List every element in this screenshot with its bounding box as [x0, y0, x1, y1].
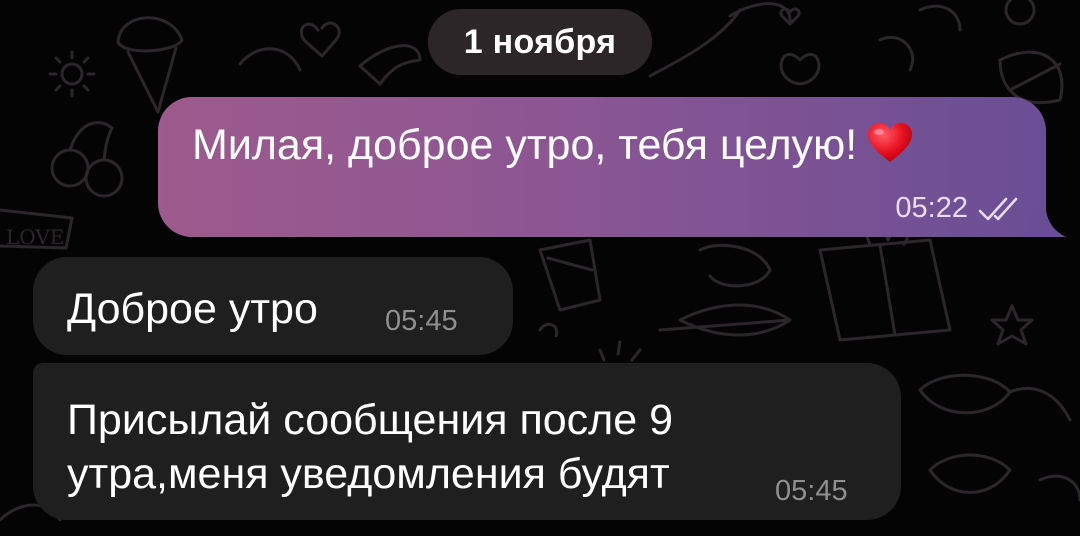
double-check-read-icon [978, 197, 1018, 220]
red-heart-emoji-icon [868, 123, 913, 162]
message-text-content: Милая, доброе утро, тебя целую! [192, 121, 858, 169]
message-meta: 05:22 [895, 192, 1022, 225]
svg-text:LOVE: LOVE [6, 225, 64, 249]
message-time: 05:22 [895, 192, 968, 224]
message-time: 05:45 [385, 305, 458, 337]
message-text: Доброе утро [67, 285, 318, 333]
message-text: Милая, доброе утро, тебя целую! [192, 121, 913, 170]
outgoing-bubble-tail [1030, 210, 1066, 237]
date-separator: 1 ноября [428, 9, 652, 75]
chat-view: LOVE 1 ноября Милая, доброе утро, тебя ц… [0, 0, 1080, 536]
incoming-message-bubble[interactable]: Присылай сообщения после 9 утра,меня уве… [33, 363, 901, 520]
incoming-message-bubble[interactable]: Доброе утро 05:45 [33, 257, 513, 355]
message-time: 05:45 [775, 475, 848, 507]
outgoing-message-bubble[interactable]: Милая, доброе утро, тебя целую! 05:22 [158, 97, 1046, 237]
message-text: Присылай сообщения после 9 утра,меня уве… [67, 396, 674, 498]
